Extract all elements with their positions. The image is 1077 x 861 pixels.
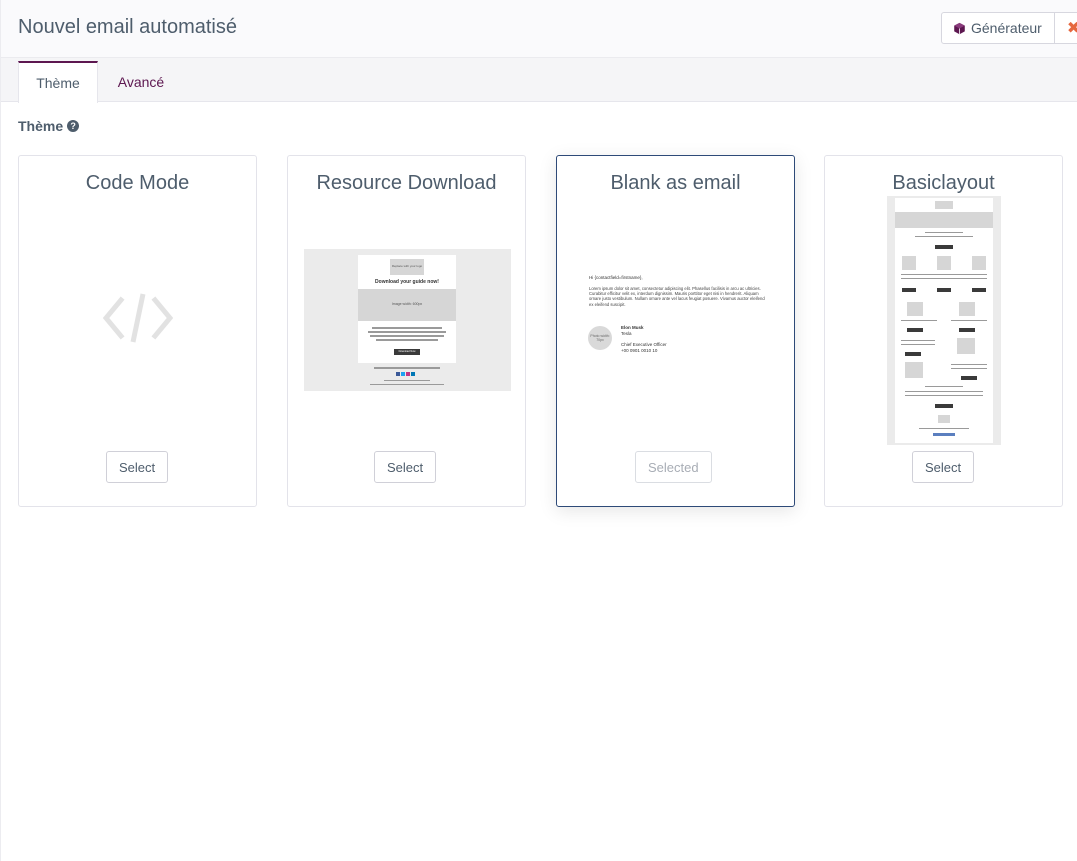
- theme-preview-thumbnail: [887, 196, 1001, 445]
- preview-line: [384, 380, 430, 381]
- theme-card-title: Basiclayout: [892, 172, 995, 194]
- preview-line: [901, 344, 935, 345]
- theme-label-text: Thème: [18, 118, 64, 134]
- preview-banner: Image width: 600px: [358, 289, 456, 321]
- theme-preview-thumbnail: Hi {contactfield=firstname}, Lorem ipsum…: [587, 272, 767, 362]
- help-icon[interactable]: ?: [67, 120, 80, 132]
- preview-heading: Download your guide now!: [375, 279, 439, 285]
- preview-image: [905, 362, 923, 378]
- preview-image: [902, 256, 916, 270]
- preview-line: [925, 232, 963, 233]
- preview-greeting: Hi {contactfield=firstname},: [589, 275, 643, 280]
- preview-sender-name: Elon Musk: [621, 325, 644, 330]
- select-button[interactable]: Select: [106, 451, 169, 483]
- preview-social-icon: [406, 372, 410, 376]
- theme-card-title: Code Mode: [85, 172, 190, 194]
- preview-social-icon: [411, 372, 415, 376]
- preview-logo: Replace with your logo: [390, 259, 424, 275]
- tab-theme[interactable]: Thème: [18, 61, 98, 103]
- preview-line: [901, 320, 937, 321]
- preview-line: [905, 391, 983, 392]
- preview-sender-phone: +00 0901 0010 10: [621, 348, 658, 353]
- modal-header: Nouvel email automatisé Générateur ✖: [1, 0, 1077, 58]
- preview-line: [901, 340, 935, 341]
- cube-icon: [954, 22, 965, 34]
- select-button[interactable]: Select: [374, 451, 437, 483]
- preview-social-icons: [933, 433, 955, 436]
- close-icon: ✖: [1067, 18, 1077, 38]
- preview-image: [959, 302, 975, 316]
- preview-sender-role: Chief Executive Officer: [621, 342, 667, 347]
- preview-image: [907, 302, 923, 316]
- preview-line: [915, 236, 973, 237]
- preview-cta: Download Now: [394, 349, 420, 355]
- theme-card-blank-as-email[interactable]: Blank as email Hi {contactfield=firstnam…: [556, 155, 795, 507]
- preview-line: [372, 327, 442, 329]
- preview-cta: [907, 328, 923, 332]
- preview-cta: [905, 352, 921, 356]
- theme-card-title: Blank as email: [610, 172, 741, 194]
- preview-logo: [938, 415, 950, 423]
- preview-line: [905, 395, 983, 396]
- preview-image: [972, 256, 986, 270]
- builder-button[interactable]: Générateur: [941, 12, 1055, 44]
- preview-line: [368, 331, 446, 333]
- app-window: Nouvel email automatisé Générateur ✖ Thè…: [0, 0, 1077, 861]
- preview-email-body: Replace with your logo Download your gui…: [358, 255, 456, 363]
- preview-avatar: Photo width: 70px: [588, 326, 612, 350]
- preview-line: [374, 367, 440, 369]
- preview-cta: [961, 376, 977, 380]
- theme-card-basiclayout[interactable]: Basiclayout Select: [824, 155, 1063, 507]
- preview-cta: [937, 288, 951, 292]
- close-button[interactable]: ✖: [1054, 12, 1077, 44]
- preview-line: [919, 428, 969, 429]
- preview-cta: [902, 288, 916, 292]
- preview-image: [957, 338, 975, 354]
- preview-cta: [972, 288, 986, 292]
- preview-line: [376, 339, 438, 341]
- preview-body-text: Lorem ipsum dolor sit amet, consectetur …: [589, 286, 765, 307]
- preview-social-icon: [401, 372, 405, 376]
- preview-line: [951, 364, 987, 365]
- preview-line: [951, 368, 987, 369]
- code-icon: [103, 293, 173, 343]
- selected-button[interactable]: Selected: [635, 451, 712, 483]
- builder-button-label: Générateur: [971, 20, 1042, 36]
- preview-logo: [935, 201, 953, 209]
- preview-cta: [935, 404, 953, 408]
- preview-sender-company: Tesla: [621, 331, 632, 336]
- theme-card-title: Resource Download: [316, 172, 497, 194]
- tab-bar: Thème Avancé: [1, 58, 1077, 103]
- preview-cta: [935, 245, 953, 249]
- tab-advanced[interactable]: Avancé: [107, 61, 175, 102]
- preview-line: [370, 335, 444, 337]
- preview-line: [901, 274, 987, 275]
- preview-social-icon: [396, 372, 400, 376]
- page-title: Nouvel email automatisé: [18, 16, 237, 38]
- preview-banner: [895, 212, 993, 228]
- preview-line: [925, 386, 963, 387]
- preview-cta: [959, 328, 975, 332]
- header-button-group: Générateur ✖: [941, 12, 1077, 44]
- preview-email-body: [895, 198, 993, 443]
- select-button[interactable]: Select: [912, 451, 975, 483]
- preview-line: [951, 320, 987, 321]
- theme-section-label: Thème ?: [18, 118, 80, 134]
- preview-line: [370, 384, 444, 385]
- preview-image: [937, 256, 951, 270]
- theme-card-code-mode[interactable]: Code Mode Select: [18, 155, 257, 507]
- theme-card-resource-download[interactable]: Resource Download Replace with your logo…: [287, 155, 526, 507]
- preview-line: [901, 278, 987, 279]
- theme-preview-thumbnail: Replace with your logo Download your gui…: [304, 249, 511, 391]
